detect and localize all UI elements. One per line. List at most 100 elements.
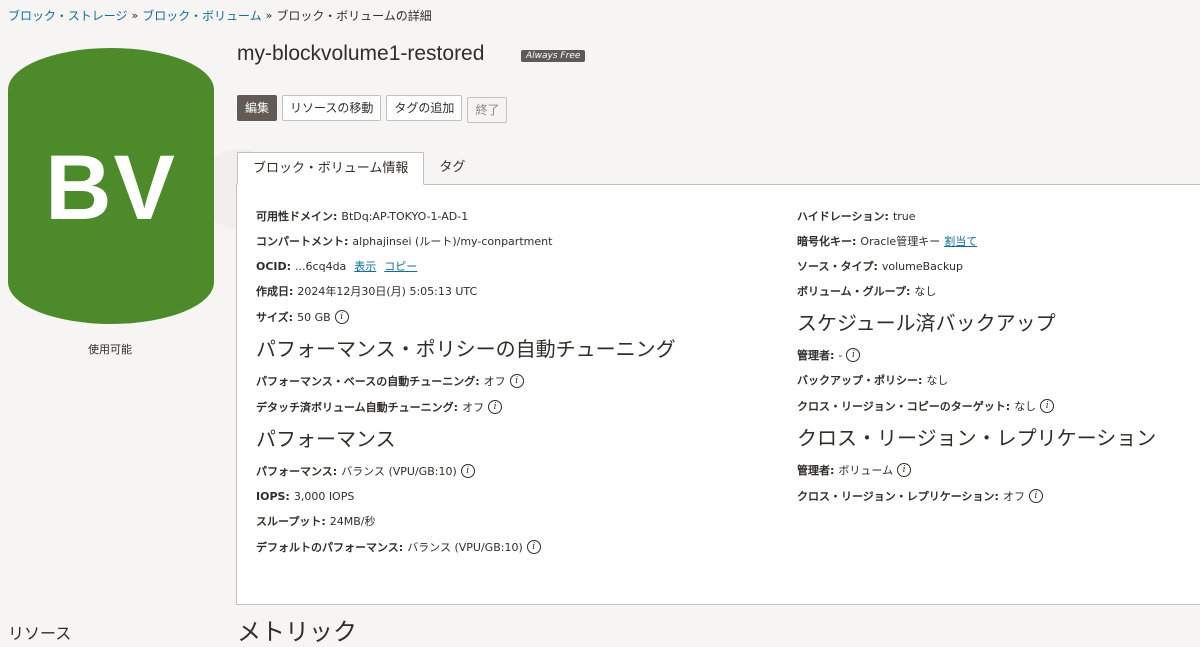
ocid-show-link[interactable]: 表示 — [354, 260, 376, 273]
field-value: volumeBackup — [881, 260, 963, 273]
field-label: デタッチ済ボリューム自動チューニング: — [256, 400, 459, 414]
scheduled-backup-heading: スケジュール済バックアップ — [797, 311, 1056, 335]
cross-region-replication-heading: クロス・リージョン・レプリケーション — [797, 426, 1157, 450]
field-value: オフ — [1002, 489, 1025, 503]
field-label: 作成日: — [256, 285, 294, 298]
performance-row: パフォーマンス: バランス (VPU/GB:10) i — [256, 464, 676, 478]
volume-group-row: ボリューム・グループ: なし — [797, 285, 1156, 298]
hydration-row: ハイドレーション: true — [797, 210, 1156, 223]
resources-heading: リソース — [8, 624, 72, 643]
perf-autotune-row: パフォーマンス・ベースの自動チューニング: オフ i — [256, 374, 676, 388]
page-title: my-blockvolume1-restored — [237, 42, 485, 65]
created-row: 作成日: 2024年12月30日(月) 5:05:13 UTC — [256, 285, 676, 298]
field-value: なし — [1014, 399, 1037, 413]
field-label: 管理者: — [797, 463, 835, 477]
source-type-row: ソース・タイプ: volumeBackup — [797, 260, 1156, 273]
backup-admin-row: 管理者: - i — [797, 348, 1156, 362]
field-value: 3,000 IOPS — [293, 490, 355, 503]
action-bar: 編集 リソースの移動 タグの追加 終了 — [237, 95, 508, 123]
tab-tags[interactable]: タグ — [424, 152, 480, 183]
detached-autotune-row: デタッチ済ボリューム自動チューニング: オフ i — [256, 400, 676, 414]
field-label: 管理者: — [797, 348, 835, 362]
info-icon[interactable]: i — [460, 464, 475, 478]
edit-button[interactable]: 編集 — [237, 95, 278, 121]
field-label: ソース・タイプ: — [797, 260, 878, 273]
breadcrumb-block-storage[interactable]: ブロック・ストレージ — [8, 7, 128, 24]
info-icon[interactable]: i — [1028, 489, 1043, 503]
default-performance-row: デフォルトのパフォーマンス: バランス (VPU/GB:10) i — [256, 540, 676, 554]
autotune-heading: パフォーマンス・ポリシーの自動チューニング — [256, 337, 676, 361]
move-resource-button[interactable]: リソースの移動 — [282, 95, 382, 121]
field-value: オフ — [483, 374, 506, 388]
field-label: バックアップ・ポリシー: — [797, 374, 923, 387]
field-value: バランス (VPU/GB:10) — [341, 464, 457, 478]
field-value: ...6cq4da — [295, 260, 347, 273]
encryption-row: 暗号化キー: Oracle管理キー 割当て — [797, 235, 1156, 248]
breadcrumb-current: ブロック・ボリュームの詳細 — [276, 9, 432, 23]
assign-key-link[interactable]: 割当て — [944, 235, 977, 248]
cross-region-copy-row: クロス・リージョン・コピーのターゲット: なし i — [797, 399, 1156, 413]
field-label: デフォルトのパフォーマンス: — [256, 540, 404, 554]
field-label: パフォーマンス・ベースの自動チューニング: — [256, 374, 480, 388]
status-label: 使用可能 — [88, 343, 132, 356]
field-label: ボリューム・グループ: — [797, 285, 911, 298]
field-value: なし — [914, 285, 937, 298]
field-label: コンパートメント: — [256, 235, 349, 248]
field-value: バランス (VPU/GB:10) — [407, 540, 523, 554]
field-label: パフォーマンス: — [256, 464, 338, 478]
throughput-row: スループット: 24MB/秒 — [256, 515, 676, 528]
field-value: なし — [926, 374, 949, 387]
field-value: - — [838, 348, 843, 362]
field-value: 24MB/秒 — [329, 515, 376, 528]
replication-row: クロス・リージョン・レプリケーション: オフ i — [797, 489, 1156, 503]
field-label: スループット: — [256, 515, 326, 528]
breadcrumb-block-volumes[interactable]: ブロック・ボリューム — [142, 7, 261, 24]
always-free-badge: Always Free — [521, 50, 586, 62]
info-icon[interactable]: i — [1040, 399, 1055, 413]
field-label: 可用性ドメイン: — [256, 210, 338, 223]
ocid-row: OCID: ...6cq4da 表示 コピー — [256, 260, 676, 273]
field-value: オフ — [462, 400, 485, 414]
field-value: ボリューム — [838, 463, 894, 477]
field-value: 50 GB — [297, 310, 331, 324]
info-icon[interactable]: i — [488, 400, 503, 414]
breadcrumb: ブロック・ストレージ » ブロック・ボリューム » ブロック・ボリュームの詳細 — [8, 7, 432, 24]
field-label: サイズ: — [256, 310, 294, 324]
add-tag-button[interactable]: タグの追加 — [386, 95, 463, 121]
info-icon[interactable]: i — [334, 310, 349, 324]
field-label: OCID: — [256, 260, 292, 273]
block-volume-badge-icon: BV — [8, 48, 214, 324]
field-value: true — [892, 210, 916, 223]
tab-volume-info[interactable]: ブロック・ボリューム情報 — [237, 152, 425, 185]
terminate-button[interactable]: 終了 — [467, 97, 508, 123]
metrics-heading: メトリック — [237, 618, 357, 646]
field-value: Oracle管理キー — [860, 235, 941, 248]
tab-bar: ブロック・ボリューム情報 タグ — [237, 152, 480, 185]
info-icon[interactable]: i — [509, 374, 524, 388]
badge-text: BV — [45, 137, 177, 239]
field-label: 暗号化キー: — [797, 235, 857, 248]
performance-heading: パフォーマンス — [256, 427, 396, 451]
field-label: クロス・リージョン・コピーのターゲット: — [797, 399, 1011, 413]
replication-admin-row: 管理者: ボリューム i — [797, 463, 1156, 477]
field-value: BtDq:AP-TOKYO-1-AD-1 — [341, 210, 469, 223]
size-row: サイズ: 50 GB i — [256, 310, 676, 324]
field-label: IOPS: — [256, 490, 290, 503]
compartment-row: コンパートメント: alphajinsei (ルート)/my-conpartme… — [256, 235, 676, 248]
breadcrumb-separator: » — [265, 9, 273, 22]
info-right-column: ハイドレーション: true 暗号化キー: Oracle管理キー 割当て ソース… — [797, 210, 1156, 515]
volume-info-panel: 可用性ドメイン: BtDq:AP-TOKYO-1-AD-1 コンパートメント: … — [236, 184, 1200, 605]
breadcrumb-separator: » — [131, 9, 139, 22]
availability-domain-row: 可用性ドメイン: BtDq:AP-TOKYO-1-AD-1 — [256, 210, 676, 223]
field-value: alphajinsei (ルート)/my-conpartment — [352, 235, 553, 248]
info-icon[interactable]: i — [846, 348, 861, 362]
field-label: ハイドレーション: — [797, 210, 889, 223]
info-icon[interactable]: i — [526, 540, 541, 554]
ocid-copy-link[interactable]: コピー — [384, 260, 417, 273]
field-value: 2024年12月30日(月) 5:05:13 UTC — [297, 285, 478, 298]
info-icon[interactable]: i — [897, 463, 912, 477]
iops-row: IOPS: 3,000 IOPS — [256, 490, 676, 503]
info-left-column: 可用性ドメイン: BtDq:AP-TOKYO-1-AD-1 コンパートメント: … — [256, 210, 676, 566]
backup-policy-row: バックアップ・ポリシー: なし — [797, 374, 1156, 387]
field-label: クロス・リージョン・レプリケーション: — [797, 489, 999, 503]
